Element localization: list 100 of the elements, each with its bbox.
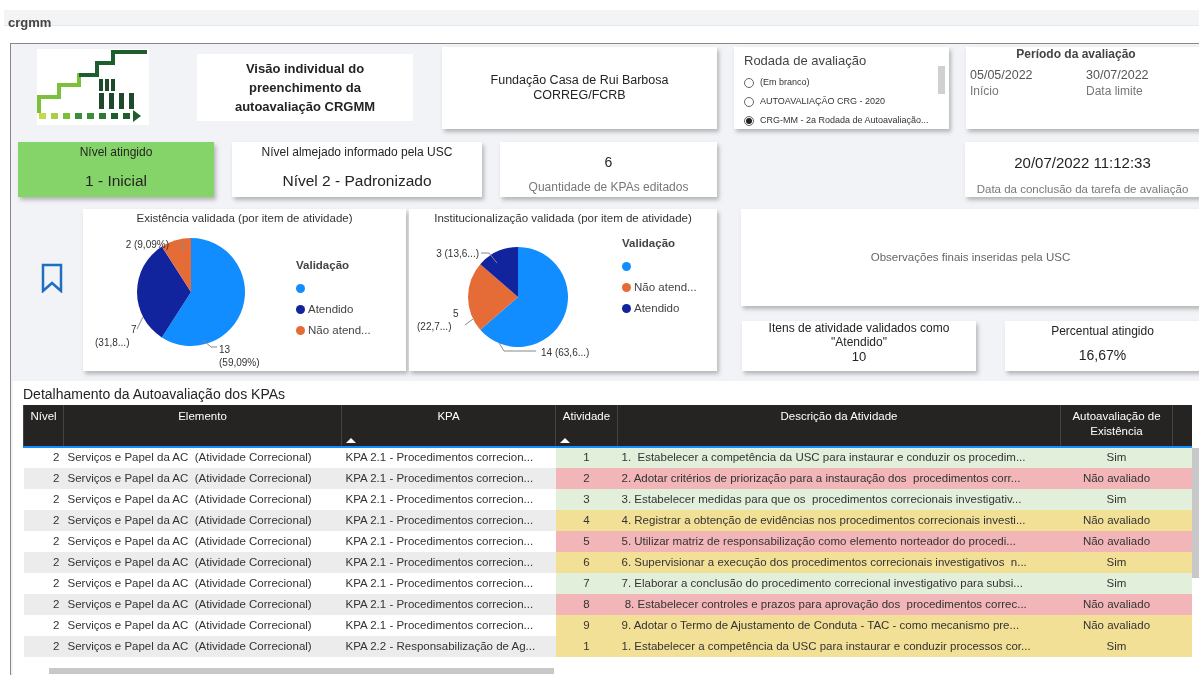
radio-button[interactable]: [744, 78, 754, 88]
table-cell: 4: [555, 510, 618, 531]
radio-button[interactable]: [744, 116, 754, 126]
scrollbar-thumb[interactable]: [1192, 448, 1199, 578]
table-title: Detalhamento da Autoavaliação dos KPAs: [23, 385, 286, 404]
observations-placeholder: Observações finais inseridas pela USC: [870, 249, 1071, 265]
table-cell: 2: [23, 552, 64, 573]
table-cell: 5: [555, 531, 618, 552]
table-cell: Sim: [1060, 447, 1173, 468]
card-label: Percentual atingido: [1051, 323, 1154, 340]
table-cell: 1: [555, 636, 618, 657]
table-cell: 2: [23, 615, 64, 636]
table-cell: KPA 2.1 - Procedimentos correcion...: [341, 447, 556, 468]
card-label: Nível atingido: [79, 144, 153, 161]
column-header[interactable]: Autoavaliação de Existência: [1060, 405, 1173, 447]
data-label: 5 (22,7...): [417, 308, 459, 332]
table-cell: 6. Supervisionar a execução dos procedimentos correcionais investigativos n...: [617, 552, 1061, 573]
text-input[interactable]: Observações finais inseridas pela USC: [741, 209, 1199, 306]
leader-line: [464, 318, 474, 326]
scrollbar-thumb[interactable]: [938, 66, 945, 94]
table-cell: Serviços e Papel da AC (Atividade Correcional): [63, 468, 342, 489]
card-value: 16,67%: [1078, 346, 1127, 365]
table-cell: Serviços e Papel da AC (Atividade Correcional): [63, 510, 342, 531]
option-label[interactable]: CRG-MM - 2a Rodada de Autoavaliação...: [760, 114, 929, 128]
table-cell: 2: [23, 531, 64, 552]
table-cell: 9: [555, 615, 618, 636]
table-cell: 2: [23, 447, 64, 468]
legend-label: Atendido: [308, 302, 354, 318]
legend-label: Não atend...: [308, 323, 371, 339]
table-cell: Serviços e Papel da AC (Atividade Correcional): [63, 552, 342, 573]
date-value: 30/07/2022: [1086, 67, 1149, 84]
table-cell: 2. Adotar critérios de priorização para a instauração dos procedimentos corr...: [617, 468, 1061, 489]
legend-title: Validação: [296, 258, 351, 273]
sort-ascending-icon[interactable]: [346, 438, 356, 443]
table-cell: 2: [23, 489, 64, 510]
bookmark-icon[interactable]: [41, 263, 63, 293]
table-cell: Serviços e Papel da AC (Atividade Correcional): [63, 531, 342, 552]
column-header[interactable]: Elemento: [63, 405, 342, 447]
radio-button[interactable]: [744, 97, 754, 107]
data-label: 14 (63,6...): [541, 347, 590, 358]
table-cell: 2: [23, 594, 64, 615]
table-cell: 9. Adotar o Termo de Ajustamento de Conduta - TAC - como mecanismo pre...: [617, 615, 1061, 636]
table-cell: KPA 2.1 - Procedimentos correcion...: [341, 615, 556, 636]
table-cell: Serviços e Papel da AC (Atividade Correcional): [63, 573, 342, 594]
table-cell: 3. Estabelecer medidas para que os procedimentos correcionais investigativ...: [617, 489, 1061, 510]
data-label: 3 (13,6...): [436, 248, 479, 259]
card-value: 6: [604, 153, 613, 172]
table-cell: Sim: [1060, 636, 1173, 657]
table-cell: 7: [555, 573, 618, 594]
card-value: 10: [851, 349, 867, 365]
table-cell: KPA 2.1 - Procedimentos correcion...: [341, 489, 556, 510]
card-value: 20/07/2022 11:12:33: [1014, 153, 1151, 173]
report-title: Visão individual do preenchimento da autoavaliação CRGMM: [233, 60, 377, 116]
sort-ascending-icon[interactable]: [560, 438, 570, 443]
option-label[interactable]: (Em branco): [760, 76, 810, 90]
legend-title: Validação: [622, 236, 677, 251]
card-label: Data da conclusão da tarefa de avaliação: [976, 181, 1189, 197]
table-cell: 2: [555, 468, 618, 489]
data-label: 7 (31,8...): [95, 324, 137, 348]
table-cell: Sim: [1060, 489, 1173, 510]
card-label: Itens de atividade validados como "Atendido": [767, 321, 951, 349]
table-cell: Sim: [1060, 552, 1173, 573]
table-cell: KPA 2.1 - Procedimentos correcion...: [341, 552, 556, 573]
leader-line: [178, 242, 184, 252]
column-header[interactable]: KPA: [341, 405, 556, 447]
table-cell: 6: [555, 552, 618, 573]
legend-label: Não atend...: [634, 280, 697, 296]
card-value: 1 - Inicial: [85, 171, 147, 191]
leader-line: [202, 339, 218, 348]
table-cell: 2: [23, 468, 64, 489]
card-value: Nível 2 - Padronizado: [282, 171, 432, 191]
organization-name: Fundação Casa de Rui Barbosa: [490, 73, 669, 88]
table-cell: 2: [23, 636, 64, 657]
page-title: crgmm: [8, 15, 52, 30]
leader-line: [498, 342, 537, 352]
scrollbar-thumb[interactable]: [49, 668, 554, 674]
date-caption: Data limite: [1086, 83, 1143, 100]
table-cell: KPA 2.2 - Responsabilização de Ag...: [341, 636, 556, 657]
card-label: Nível almejado informado pela USC: [261, 144, 453, 161]
column-header[interactable]: Atividade: [555, 405, 618, 447]
table-cell: Serviços e Papel da AC (Atividade Correcional): [63, 636, 342, 657]
chart-title: Existência validada (por item de atividade): [135, 211, 354, 225]
organization-unit: CORREG/FCRB: [533, 88, 626, 103]
table-cell: Não avaliado: [1060, 468, 1173, 489]
table-cell: 1: [555, 447, 618, 468]
column-header[interactable]: Nível: [23, 405, 64, 447]
card-label: Quantidade de KPAs editados: [528, 179, 689, 196]
table-cell: KPA 2.1 - Procedimentos correcion...: [341, 531, 556, 552]
table-cell: 7. Elaborar a conclusão do procedimento correcional investigativo para subsi...: [617, 573, 1061, 594]
table-cell: Serviços e Papel da AC (Atividade Correcional): [63, 594, 342, 615]
option-label[interactable]: AUTOAVALIAÇÃO CRG - 2020: [760, 95, 886, 109]
slicer-title: Rodada de avaliação: [744, 52, 868, 70]
stairs-logo-icon: [37, 49, 149, 125]
table-cell: 1. Estabelecer a competência da USC para instaurar e conduzir os procedim...: [617, 447, 1061, 468]
table-cell: Serviços e Papel da AC (Atividade Correcional): [63, 447, 342, 468]
table-cell: KPA 2.1 - Procedimentos correcion...: [341, 468, 556, 489]
column-header[interactable]: Descrição da Atividade: [617, 405, 1061, 447]
table-cell: 4. Registrar a obtenção de evidências nos procedimentos correcionais investi...: [617, 510, 1061, 531]
date-caption: Início: [970, 83, 999, 100]
legend-label: Atendido: [634, 301, 680, 317]
